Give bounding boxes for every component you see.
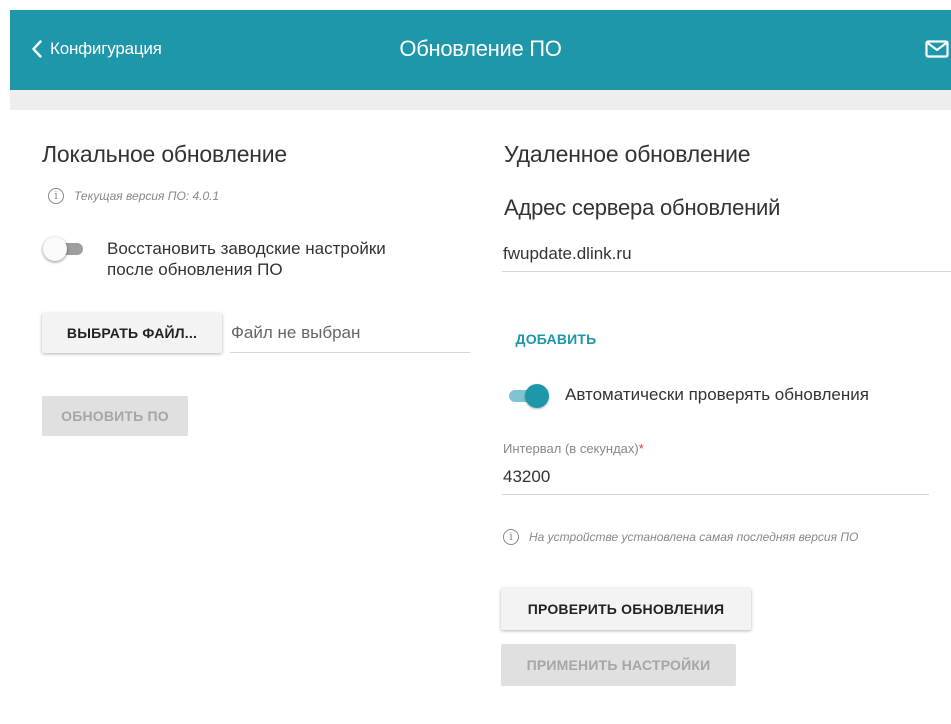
toggle-knob [43, 237, 67, 261]
toggle-knob [525, 384, 549, 408]
top-bar: Конфигурация Обновление ПО [10, 10, 951, 90]
server-address-value[interactable]: fwupdate.dlink.ru [503, 243, 632, 265]
choose-file-button[interactable]: ВЫБРАТЬ ФАЙЛ... [42, 313, 222, 353]
header-separator [10, 90, 951, 110]
info-icon: i [48, 188, 64, 204]
apply-settings-button[interactable]: ПРИМЕНИТЬ НАСТРОЙКИ [501, 644, 736, 686]
info-icon: i [503, 529, 519, 545]
auto-check-label: Автоматически проверять обновления [565, 385, 869, 404]
firmware-status-text: На устройстве установлена самая последня… [529, 530, 859, 544]
server-address-underline [502, 271, 951, 272]
restore-defaults-toggle[interactable] [43, 237, 85, 261]
firmware-status-info: i На устройстве установлена самая послед… [503, 529, 858, 545]
current-version-text: Текущая версия ПО: 4.0.1 [74, 189, 220, 203]
interval-label: Интервал (в секундах)* [503, 441, 644, 456]
current-version-info: i Текущая версия ПО: 4.0.1 [48, 188, 219, 204]
interval-underline [502, 494, 929, 495]
check-updates-button[interactable]: ПРОВЕРИТЬ ОБНОВЛЕНИЯ [501, 588, 751, 630]
update-firmware-button[interactable]: ОБНОВИТЬ ПО [42, 396, 188, 436]
remote-update-title: Удаленное обновление [504, 141, 751, 167]
mail-icon [925, 40, 949, 58]
main-content: Локальное обновление i Текущая версия ПО… [10, 110, 951, 724]
page-title: Обновление ПО [399, 36, 562, 61]
notifications-button[interactable] [925, 40, 949, 58]
local-update-title: Локальное обновление [42, 141, 288, 167]
selected-file-name: Файл не выбран [231, 323, 361, 342]
interval-value[interactable]: 43200 [503, 466, 550, 488]
add-server-button[interactable]: ДОБАВИТЬ [502, 324, 610, 354]
update-server-title: Адрес сервера обновлений [504, 195, 781, 220]
auto-check-toggle[interactable] [507, 384, 549, 408]
restore-defaults-label: Восстановить заводские настройки после о… [107, 239, 386, 279]
file-name-underline [230, 352, 470, 353]
